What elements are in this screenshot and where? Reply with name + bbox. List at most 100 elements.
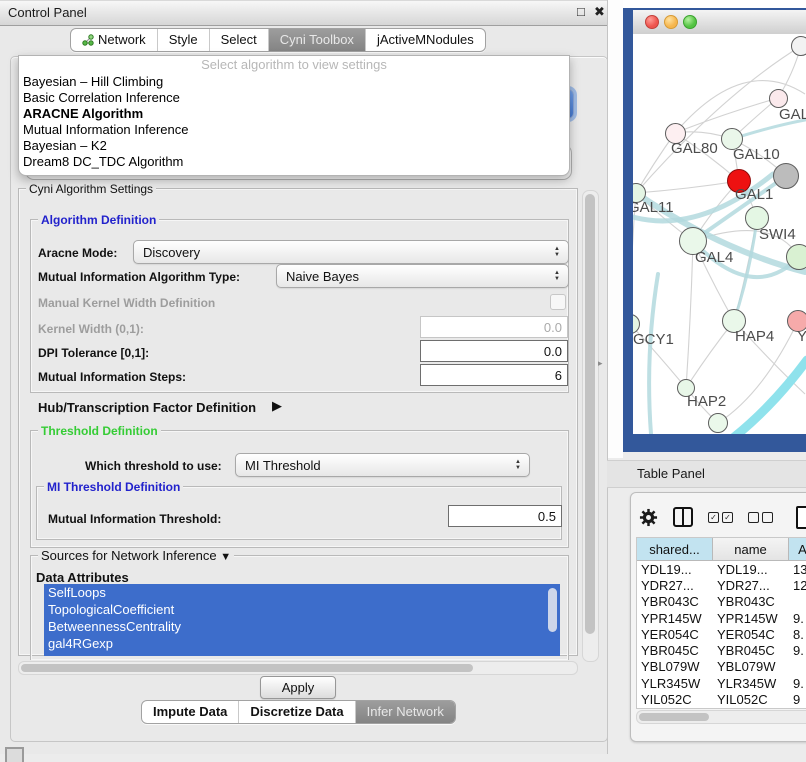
- list-item[interactable]: gal4RGexp: [44, 635, 560, 652]
- node-label: GAL4: [695, 249, 733, 266]
- which-threshold-combo[interactable]: MI Threshold ▲▼: [235, 453, 530, 477]
- table-panel-bar: Table Panel: [607, 460, 806, 488]
- network-view-window: GAL GAL80 GAL10 GAL1 GAL11 SWI4 GAL4 GCY…: [623, 8, 806, 452]
- cell: YBR043C: [713, 594, 789, 609]
- zoom-traffic-light-icon[interactable]: [683, 15, 697, 29]
- deselect-all-checks-icon[interactable]: [748, 512, 773, 523]
- cell: YBR045C: [637, 643, 713, 658]
- close-window-icon[interactable]: ✖: [594, 4, 605, 20]
- scrollbar-thumb[interactable]: [585, 194, 595, 634]
- network-node[interactable]: [708, 413, 728, 433]
- hub-expand-icon[interactable]: ▶: [272, 398, 282, 414]
- dpi-tolerance-input[interactable]: [420, 340, 568, 362]
- cell: 9.: [789, 676, 806, 691]
- dropdown-item-selected[interactable]: ARACNE Algorithm: [19, 106, 569, 122]
- mi-algorithm-type-combo[interactable]: Naive Bayes ▲▼: [276, 264, 569, 288]
- cell: 9: [789, 692, 806, 707]
- tab-network[interactable]: Network: [71, 29, 157, 51]
- hub-section-label[interactable]: Hub/Transcription Factor Definition: [38, 400, 256, 415]
- scrollbar-thumb[interactable]: [639, 713, 709, 721]
- network-node[interactable]: [786, 244, 806, 270]
- tab-jactivemnodules[interactable]: jActiveMNodules: [365, 29, 485, 51]
- tab-label: Cyni Toolbox: [280, 32, 354, 47]
- splitpane-arrow-icon[interactable]: ▸: [598, 358, 603, 369]
- table-horizontal-scrollbar[interactable]: [636, 710, 806, 724]
- cell: 8.: [789, 627, 806, 642]
- mi-threshold-label: Mutual Information Threshold:: [48, 512, 221, 526]
- combo-stepper-icon: ▲▼: [549, 246, 568, 258]
- column-header-shared-name[interactable]: shared...: [637, 538, 713, 560]
- data-attributes-list[interactable]: SelfLoops TopologicalCoefficient Between…: [44, 584, 560, 656]
- data-attributes-label: Data Attributes: [36, 570, 129, 585]
- select-all-checks-icon[interactable]: ✓✓: [708, 512, 733, 523]
- table-row[interactable]: YDL19... YDL19... 13: [637, 561, 806, 577]
- dropdown-item[interactable]: Dream8 DC_TDC Algorithm: [19, 154, 569, 170]
- gap-strip: [607, 0, 623, 458]
- scrollbar-thumb[interactable]: [21, 664, 473, 672]
- list-item[interactable]: SelfLoops: [44, 584, 560, 601]
- list-scrollbar[interactable]: [548, 588, 557, 632]
- close-traffic-light-icon[interactable]: [645, 15, 659, 29]
- dropdown-item[interactable]: Bayesian – Hill Climbing: [19, 74, 569, 90]
- mi-threshold-input[interactable]: [448, 505, 562, 527]
- cell: 13: [789, 562, 806, 577]
- network-window-titlebar[interactable]: [633, 10, 806, 35]
- apply-button[interactable]: Apply: [260, 676, 336, 699]
- table-row[interactable]: YER054C YER054C 8.: [637, 626, 806, 642]
- tab-label: Infer Network: [367, 704, 444, 719]
- settings-vertical-scrollbar[interactable]: [582, 190, 599, 662]
- sources-collapse-icon[interactable]: ▼: [220, 551, 231, 563]
- mini-float-icon[interactable]: [5, 747, 24, 762]
- settings-horizontal-scrollbar[interactable]: [18, 661, 578, 675]
- table-row[interactable]: YLR345W YLR345W 9.: [637, 675, 806, 691]
- node-label: SWI4: [759, 226, 796, 243]
- network-node[interactable]: [791, 36, 806, 56]
- cell: YLR345W: [637, 676, 713, 691]
- column-header-partial[interactable]: A: [789, 538, 806, 560]
- table-row[interactable]: YBR045C YBR045C 9.: [637, 642, 806, 658]
- apply-button-label: Apply: [282, 680, 315, 695]
- float-window-icon[interactable]: □: [577, 4, 585, 19]
- manual-kernel-checkbox[interactable]: [550, 294, 566, 310]
- tab-discretize-data[interactable]: Discretize Data: [238, 701, 354, 723]
- network-node[interactable]: [773, 163, 799, 189]
- cell: YDL19...: [713, 562, 789, 577]
- cyni-algorithm-settings-title: Cyni Algorithm Settings: [26, 183, 156, 195]
- minimize-traffic-light-icon[interactable]: [664, 15, 678, 29]
- new-table-icon[interactable]: [796, 506, 806, 529]
- kernel-width-label: Kernel Width (0,1):: [38, 322, 144, 336]
- tab-impute-data[interactable]: Impute Data: [142, 701, 238, 723]
- kernel-width-input[interactable]: [420, 316, 568, 338]
- mi-steps-input[interactable]: [420, 364, 568, 386]
- network-canvas[interactable]: GAL GAL80 GAL10 GAL1 GAL11 SWI4 GAL4 GCY…: [633, 34, 806, 434]
- tab-label: Style: [169, 32, 198, 47]
- cell: YER054C: [637, 627, 713, 642]
- tab-cyni-toolbox[interactable]: Cyni Toolbox: [268, 29, 365, 51]
- dropdown-item[interactable]: Basic Correlation Inference: [19, 90, 569, 106]
- tab-label: Network: [98, 32, 146, 47]
- gear-icon[interactable]: [639, 508, 658, 527]
- list-item[interactable]: TopologicalCoefficient: [44, 601, 560, 618]
- cell: 9.: [789, 611, 806, 626]
- list-item[interactable]: BetweennessCentrality: [44, 618, 560, 635]
- mi-algorithm-type-label: Mutual Information Algorithm Type:: [38, 270, 240, 284]
- dropdown-item[interactable]: Bayesian – K2: [19, 138, 569, 154]
- node-label: GAL80: [671, 140, 718, 157]
- cell: YBL079W: [713, 659, 789, 674]
- table-row[interactable]: YBR043C YBR043C: [637, 594, 806, 610]
- split-columns-icon[interactable]: [673, 507, 693, 527]
- aracne-mode-combo[interactable]: Discovery ▲▼: [133, 240, 569, 264]
- table-row[interactable]: YDR27... YDR27... 12: [637, 577, 806, 593]
- table-row[interactable]: YPR145W YPR145W 9.: [637, 610, 806, 626]
- table-row[interactable]: YBL079W YBL079W: [637, 659, 806, 675]
- tab-infer-network[interactable]: Infer Network: [355, 701, 455, 723]
- node-label: GCY1: [633, 331, 674, 348]
- sources-title[interactable]: Sources for Network Inference ▼: [38, 550, 234, 563]
- mi-threshold-group-title: MI Threshold Definition: [44, 481, 183, 493]
- cell: YIL052C: [713, 692, 789, 707]
- dropdown-item[interactable]: Mutual Information Inference: [19, 122, 569, 138]
- tab-style[interactable]: Style: [157, 29, 209, 51]
- table-row[interactable]: YIL052C YIL052C 9: [637, 691, 806, 707]
- column-header-name[interactable]: name: [713, 538, 789, 560]
- tab-select[interactable]: Select: [209, 29, 268, 51]
